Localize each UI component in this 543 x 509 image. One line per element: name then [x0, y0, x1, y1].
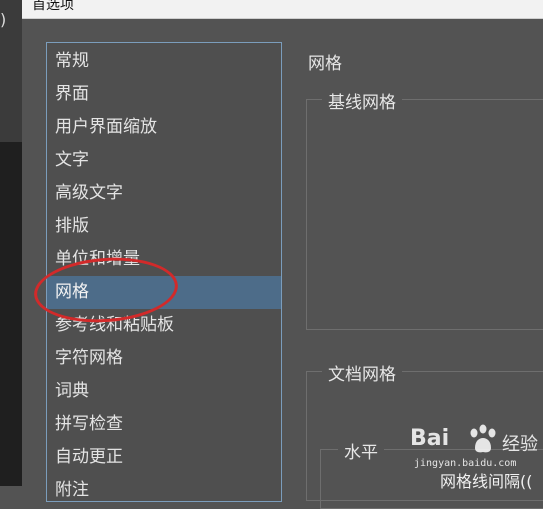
category-item[interactable]: 网格 [47, 276, 281, 309]
host-app-edge: ) [0, 0, 22, 486]
category-item[interactable]: 文字 [47, 144, 281, 177]
baseline-grid-label: 基线网格 [322, 88, 402, 113]
category-item[interactable]: 字符网格 [47, 342, 281, 375]
category-item[interactable]: 拼写检查 [47, 408, 281, 441]
category-item[interactable]: 用户界面缩放 [47, 111, 281, 144]
category-item[interactable]: 自动更正 [47, 441, 281, 474]
category-item[interactable]: 常规 [47, 45, 281, 78]
host-app-glyph: ) [0, 10, 7, 29]
panel-title: 网格 [308, 54, 342, 74]
preferences-dialog: 首选项 常规 界面 用户界面缩放 文字 高级文字 排版 单位和增量 网格 参考线和粘贴板 字符网格… [22, 0, 543, 509]
category-item[interactable]: 排版 [47, 210, 281, 243]
category-item[interactable]: 单位和增量 [47, 243, 281, 276]
gridline-spacing-label: 网格线间隔(( [440, 472, 533, 491]
category-list[interactable]: 常规 界面 用户界面缩放 文字 高级文字 排版 单位和增量 网格 参考线和粘贴板 字符网格 词典 拼写… [46, 42, 282, 502]
baseline-grid-group [306, 99, 543, 330]
category-item[interactable]: 附注 [47, 474, 281, 501]
category-item[interactable]: 高级文字 [47, 177, 281, 210]
horizontal-label: 水平 [338, 438, 384, 463]
category-item[interactable]: 词典 [47, 375, 281, 408]
document-grid-label: 文档网格 [322, 360, 402, 385]
dialog-titlebar[interactable]: 首选项 [22, 0, 543, 19]
category-item[interactable]: 界面 [47, 78, 281, 111]
category-item[interactable]: 参考线和粘贴板 [47, 309, 281, 342]
dialog-title: 首选项 [32, 0, 74, 13]
